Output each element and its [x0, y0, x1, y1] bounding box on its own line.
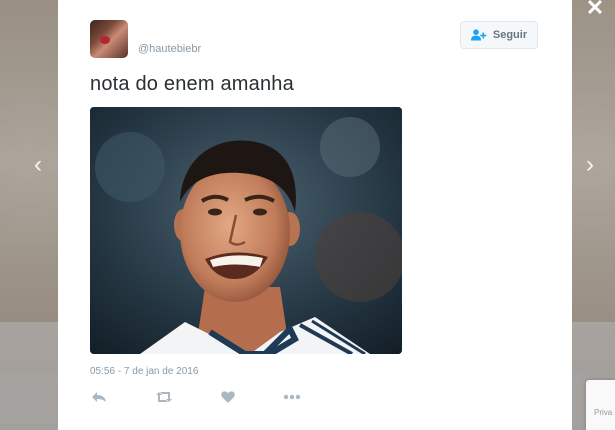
- more-options-button[interactable]: [282, 389, 302, 405]
- user-handle[interactable]: @hautebiebr: [138, 43, 201, 55]
- tweet-media-photo[interactable]: [90, 107, 402, 354]
- more-icon: [283, 394, 301, 400]
- next-arrow-icon[interactable]: ›: [579, 150, 601, 180]
- close-icon[interactable]: ✕: [583, 0, 607, 20]
- recaptcha-badge[interactable]: Priva: [586, 380, 615, 430]
- heart-icon: [221, 391, 235, 403]
- tweet-timestamp[interactable]: 05:56 - 7 de jan de 2016: [90, 366, 198, 377]
- reply-icon: [92, 392, 106, 402]
- retweet-button[interactable]: [154, 389, 174, 405]
- tweet-card: @hautebiebr Seguir nota do enem amanha 0…: [58, 0, 572, 430]
- photo-illustration: [90, 107, 402, 354]
- like-button[interactable]: [218, 389, 238, 405]
- previous-arrow-icon[interactable]: ‹: [27, 150, 49, 180]
- recaptcha-label: Priva: [594, 408, 613, 417]
- add-user-icon: [470, 29, 487, 41]
- tweet-text: nota do enem amanha: [90, 73, 294, 95]
- avatar[interactable]: [90, 20, 128, 58]
- follow-button-label: Seguir: [492, 29, 528, 41]
- follow-button[interactable]: Seguir: [460, 21, 538, 49]
- retweet-icon: [156, 392, 172, 402]
- reply-button[interactable]: [89, 389, 109, 405]
